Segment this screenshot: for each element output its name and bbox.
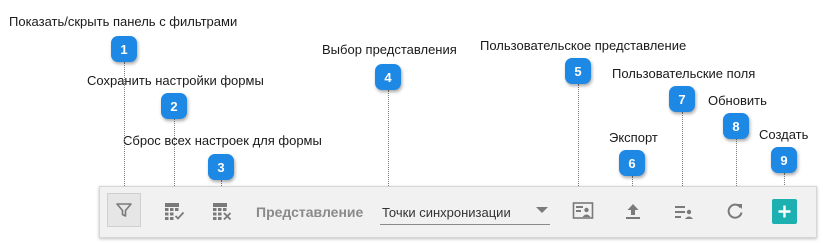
table-x-icon [213,203,232,221]
leader-line-2 [174,119,175,192]
table-check-icon [165,203,185,220]
annotation-badge-5: 5 [565,58,591,84]
refresh-icon [727,203,743,219]
annotation-label-5: Пользовательское представление [480,38,687,53]
user-view-button[interactable] [570,198,596,224]
annotation-label-4: Выбор представления [322,42,457,57]
user-view-icon [572,202,594,219]
annotation-badge-3: 3 [208,154,234,180]
leader-line-7 [682,112,683,192]
create-button[interactable] [772,199,797,224]
leader-line-1 [124,62,125,192]
annotation-badge-9: 9 [771,147,797,173]
annotation-label-3: Сброс всех настроек для формы [123,133,322,148]
leader-line-8 [736,139,737,192]
upload-icon [626,204,640,219]
list-user-icon [675,206,693,219]
annotation-label-9: Создать [759,127,809,142]
export-button[interactable] [620,198,646,224]
view-select[interactable]: Точки синхронизации [380,200,550,225]
annotation-badge-2: 2 [161,93,187,119]
leader-line-5 [578,84,579,192]
annotation-badge-6: 6 [619,150,645,176]
annotation-badge-8: 8 [723,113,749,139]
plus-icon [778,205,791,218]
filter-toggle-button[interactable] [107,193,141,227]
annotation-label-6: Экспорт [609,130,658,145]
annotation-label-2: Сохранить настройки формы [87,73,264,88]
annotation-label-1: Показать/скрыть панель с фильтрами [9,14,238,29]
annotation-label-8: Обновить [708,93,767,108]
annotation-badge-7: 7 [669,86,695,112]
view-select-value: Точки синхронизации [382,205,511,220]
annotation-label-7: Пользовательские поля [612,66,756,81]
annotation-badge-4: 4 [375,64,401,90]
save-settings-button[interactable] [161,198,187,224]
custom-fields-button[interactable] [671,198,697,224]
refresh-button[interactable] [722,198,748,224]
filter-icon [116,203,132,217]
chevron-down-icon [536,207,548,213]
annotation-badge-1: 1 [111,36,137,62]
view-label: Представление [256,204,364,220]
reset-settings-button[interactable] [209,198,235,224]
